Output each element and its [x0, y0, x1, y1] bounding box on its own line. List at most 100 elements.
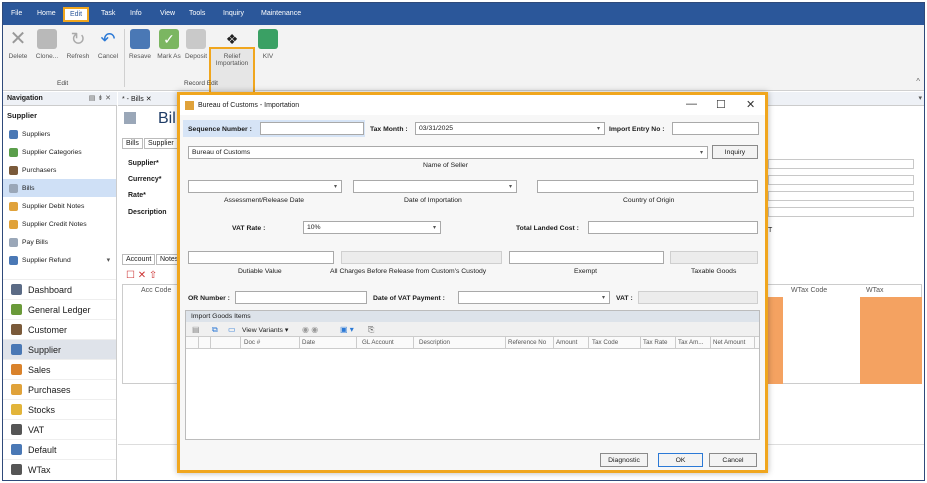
subtab-account[interactable]: Account: [122, 254, 156, 265]
nav-item-supplier-debit-notes[interactable]: Supplier Debit Notes: [3, 197, 116, 215]
chevron-down-icon[interactable]: ▾: [602, 294, 605, 301]
menu-info[interactable]: Info: [130, 10, 142, 17]
col-reference-no: Reference No: [508, 339, 547, 346]
view-variants-icon[interactable]: ▭: [228, 325, 236, 334]
bg-currency-field[interactable]: [768, 175, 914, 185]
module-vat[interactable]: VAT: [3, 419, 116, 439]
country-caption: Country of Origin: [623, 197, 675, 204]
diagnostic-button[interactable]: Diagnostic: [600, 453, 648, 467]
description-label: Description: [128, 209, 167, 216]
menu-inquiry[interactable]: Inquiry: [223, 10, 244, 17]
minimize-icon[interactable]: —: [686, 98, 697, 110]
grid-new-icon[interactable]: ▤: [192, 325, 200, 334]
module-sales[interactable]: Sales: [3, 359, 116, 379]
import-entry-input[interactable]: [672, 122, 759, 135]
grid-line: [210, 337, 211, 349]
module-supplier[interactable]: Supplier: [3, 339, 116, 359]
grid-export-icon[interactable]: ⧉: [212, 325, 218, 335]
chevron-down-icon[interactable]: ▾: [334, 183, 337, 190]
nav-item-supplier-categories[interactable]: Supplier Categories: [3, 143, 116, 161]
seller-field[interactable]: Bureau of Customs ▾: [188, 146, 708, 159]
collapse-ribbon-icon[interactable]: ^: [916, 77, 920, 86]
cancel-button[interactable]: Cancel: [709, 453, 757, 467]
menu-tools[interactable]: Tools: [189, 10, 205, 17]
bg-supplier-field[interactable]: [768, 159, 914, 169]
tax-month-field[interactable]: 03/31/2025 ▾: [415, 122, 605, 135]
col-tax-code: Tax Code: [592, 339, 619, 346]
tab-bills[interactable]: * - Bills ✕: [122, 95, 152, 103]
menu-home[interactable]: Home: [37, 10, 56, 17]
menu-maintenance[interactable]: Maintenance: [261, 10, 301, 17]
module-wtax[interactable]: WTax: [3, 459, 116, 479]
deposit-icon: [186, 29, 206, 49]
import-goods-header: Import Goods Items: [186, 311, 759, 322]
ok-button[interactable]: OK: [658, 453, 703, 467]
bg-description-field[interactable]: [768, 207, 914, 217]
subtab-supplier[interactable]: Supplier: [144, 138, 178, 149]
grid-line: [505, 337, 506, 349]
module-dashboard[interactable]: Dashboard: [3, 279, 116, 299]
menu-file[interactable]: File: [11, 10, 22, 17]
maximize-icon[interactable]: ☐: [716, 98, 726, 111]
total-landed-cost-input[interactable]: [588, 221, 758, 234]
module-default[interactable]: Default: [3, 439, 116, 459]
cancel-edit-button[interactable]: ↶ Cancel: [95, 29, 121, 60]
delete-button[interactable]: ✕ Delete: [7, 29, 29, 60]
grid-line: [198, 337, 199, 349]
exempt-input[interactable]: [509, 251, 664, 264]
nav-item-bills[interactable]: Bills: [3, 179, 116, 197]
dutiable-value-input[interactable]: [188, 251, 334, 264]
nav-item-supplier-credit-notes[interactable]: Supplier Credit Notes: [3, 215, 116, 233]
chevron-down-icon[interactable]: ▾: [509, 183, 512, 190]
or-number-input[interactable]: [235, 291, 367, 304]
subtab-bills[interactable]: Bills: [122, 138, 143, 149]
nav-item-purchasers[interactable]: Purchasers: [3, 161, 116, 179]
mark-as-button[interactable]: ✓ Mark As: [155, 29, 183, 60]
refresh-button[interactable]: ↻ Refresh: [63, 29, 93, 60]
col-acc-code: Acc Code: [141, 287, 172, 294]
module-customer[interactable]: Customer: [3, 319, 116, 339]
nav-item-supplier-refund[interactable]: Supplier Refund ▾: [3, 251, 116, 269]
chevron-down-icon[interactable]: ▾: [107, 256, 110, 264]
relief-importation-button[interactable]: ❖ Relief Importation: [211, 29, 253, 67]
tab-list-icon[interactable]: ▾: [918, 94, 922, 102]
country-of-origin-input[interactable]: [537, 180, 758, 193]
clone-button[interactable]: Clone...: [33, 29, 61, 60]
vat-payment-date-field[interactable]: ▾: [458, 291, 610, 304]
assessment-date-field[interactable]: ▾: [188, 180, 342, 193]
grid-nav-icons[interactable]: ◉ ◉: [302, 325, 318, 334]
vat-rate-field[interactable]: 10% ▾: [303, 221, 441, 234]
vat-rate-label: VAT Rate :: [232, 225, 266, 232]
record-edit-group-label: Record Edit: [184, 80, 218, 87]
menu-edit[interactable]: Edit: [63, 7, 90, 22]
suppliers-icon: [9, 129, 18, 139]
deposit-button[interactable]: Deposit: [183, 29, 209, 60]
nav-item-pay-bills[interactable]: Pay Bills: [3, 233, 116, 251]
kiv-button[interactable]: KIV: [257, 29, 279, 60]
pin-close-icon[interactable]: ▤ ⇟ ✕: [89, 94, 111, 102]
importation-date-field[interactable]: ▾: [353, 180, 517, 193]
resave-button[interactable]: Resave: [127, 29, 153, 60]
customer-icon: [11, 324, 22, 335]
sequence-number-input[interactable]: [260, 122, 364, 135]
customs-importation-dialog: Bureau of Customs - Importation — ☐ ✕ Se…: [177, 92, 768, 473]
module-general-ledger[interactable]: General Ledger: [3, 299, 116, 319]
chevron-down-icon[interactable]: ▾: [597, 125, 600, 132]
bg-rate-field[interactable]: [768, 191, 914, 201]
view-variants-button[interactable]: View Variants ▾: [242, 326, 288, 334]
inquiry-button[interactable]: Inquiry: [712, 145, 758, 159]
chevron-down-icon[interactable]: ▾: [433, 224, 436, 231]
pay-bills-icon: [9, 237, 18, 247]
chevron-down-icon[interactable]: ▾: [700, 149, 703, 156]
grid-save-icon[interactable]: ▣ ▾: [340, 325, 354, 334]
delete-row-icon[interactable]: ☐ ✕ ⇧: [126, 270, 157, 281]
grid-line: [710, 337, 711, 349]
module-stocks[interactable]: Stocks: [3, 399, 116, 419]
grid-line: [413, 337, 414, 349]
module-purchases[interactable]: Purchases: [3, 379, 116, 399]
grid-attachment-icon[interactable]: ⎘: [368, 325, 374, 335]
close-icon[interactable]: ✕: [746, 98, 755, 111]
menu-view[interactable]: View: [160, 10, 175, 17]
menu-task[interactable]: Task: [101, 10, 115, 17]
nav-item-suppliers[interactable]: Suppliers: [3, 125, 116, 143]
